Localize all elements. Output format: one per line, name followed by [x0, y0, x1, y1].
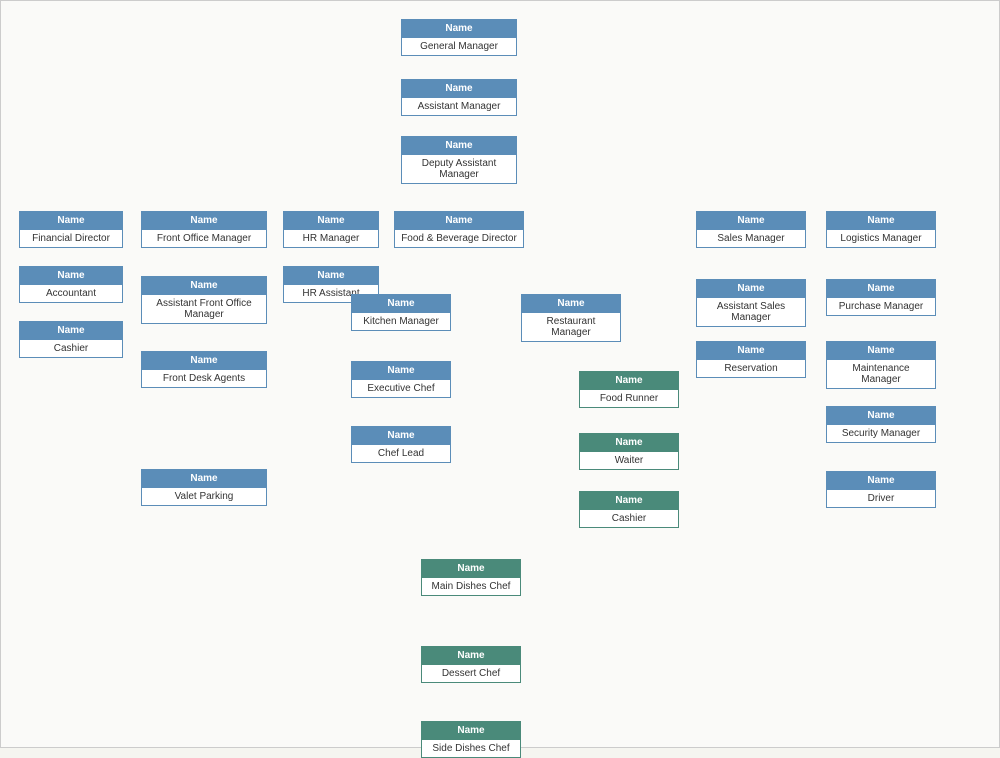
node-header: Name — [827, 407, 935, 424]
node-restaurant-manager: Name Restaurant Manager — [521, 294, 621, 342]
node-header: Name — [352, 295, 450, 312]
node-header: Name — [284, 267, 378, 284]
node-food-runner: Name Food Runner — [579, 371, 679, 408]
node-title: Financial Director — [20, 229, 122, 247]
node-header: Name — [142, 212, 266, 229]
node-main-dishes-chef: Name Main Dishes Chef — [421, 559, 521, 596]
node-sales-manager: Name Sales Manager — [696, 211, 806, 248]
node-side-dishes-chef: Name Side Dishes Chef — [421, 721, 521, 758]
node-asst-front-office: Name Assistant Front Office Manager — [141, 276, 267, 324]
node-title: Restaurant Manager — [522, 312, 620, 341]
node-title: Security Manager — [827, 424, 935, 442]
node-kitchen-manager: Name Kitchen Manager — [351, 294, 451, 331]
node-header: Name — [827, 342, 935, 359]
node-header: Name — [402, 80, 516, 97]
node-cashier-fin: Name Cashier — [19, 321, 123, 358]
node-header: Name — [422, 560, 520, 577]
node-title: HR Manager — [284, 229, 378, 247]
node-title: Assistant Sales Manager — [697, 297, 805, 326]
node-header: Name — [284, 212, 378, 229]
node-title: Waiter — [580, 451, 678, 469]
node-title: Sales Manager — [697, 229, 805, 247]
node-title: Food Runner — [580, 389, 678, 407]
node-dessert-chef: Name Dessert Chef — [421, 646, 521, 683]
node-title: Logistics Manager — [827, 229, 935, 247]
node-header: Name — [142, 277, 266, 294]
node-title: Deputy Assistant Manager — [402, 154, 516, 183]
node-header: Name — [20, 267, 122, 284]
node-title: Dessert Chef — [422, 664, 520, 682]
node-header: Name — [395, 212, 523, 229]
node-title: Main Dishes Chef — [422, 577, 520, 595]
node-accountant: Name Accountant — [19, 266, 123, 303]
node-title: Executive Chef — [352, 379, 450, 397]
node-hr-manager: Name HR Manager — [283, 211, 379, 248]
node-valet-parking: Name Valet Parking — [141, 469, 267, 506]
node-header: Name — [422, 647, 520, 664]
node-header: Name — [142, 352, 266, 369]
node-assistant-manager: Name Assistant Manager — [401, 79, 517, 116]
node-title: General Manager — [402, 37, 516, 55]
node-title: Cashier — [580, 509, 678, 527]
node-header: Name — [402, 20, 516, 37]
node-header: Name — [20, 212, 122, 229]
node-header: Name — [422, 722, 520, 739]
node-deputy-assistant: Name Deputy Assistant Manager — [401, 136, 517, 184]
chart-container: Name General Manager Name Assistant Mana… — [0, 0, 1000, 748]
node-title: Reservation — [697, 359, 805, 377]
node-asst-sales-manager: Name Assistant Sales Manager — [696, 279, 806, 327]
node-title: Valet Parking — [142, 487, 266, 505]
node-header: Name — [522, 295, 620, 312]
node-maintenance-manager: Name Maintenance Manager — [826, 341, 936, 389]
node-front-desk-agents: Name Front Desk Agents — [141, 351, 267, 388]
node-title: Maintenance Manager — [827, 359, 935, 388]
node-logistics-manager: Name Logistics Manager — [826, 211, 936, 248]
node-title: Front Desk Agents — [142, 369, 266, 387]
node-front-office-manager: Name Front Office Manager — [141, 211, 267, 248]
node-header: Name — [580, 434, 678, 451]
node-header: Name — [697, 280, 805, 297]
node-header: Name — [697, 342, 805, 359]
node-header: Name — [580, 372, 678, 389]
node-header: Name — [352, 427, 450, 444]
node-header: Name — [827, 472, 935, 489]
node-header: Name — [142, 470, 266, 487]
node-header: Name — [352, 362, 450, 379]
node-food-beverage-director: Name Food & Beverage Director — [394, 211, 524, 248]
node-header: Name — [402, 137, 516, 154]
node-title: Front Office Manager — [142, 229, 266, 247]
node-title: Side Dishes Chef — [422, 739, 520, 757]
node-title: Chef Lead — [352, 444, 450, 462]
node-cashier-rest: Name Cashier — [579, 491, 679, 528]
node-title: Assistant Manager — [402, 97, 516, 115]
node-title: Cashier — [20, 339, 122, 357]
node-title: Assistant Front Office Manager — [142, 294, 266, 323]
node-security-manager: Name Security Manager — [826, 406, 936, 443]
node-title: Driver — [827, 489, 935, 507]
node-header: Name — [697, 212, 805, 229]
node-chef-lead: Name Chef Lead — [351, 426, 451, 463]
node-waiter: Name Waiter — [579, 433, 679, 470]
node-title: Food & Beverage Director — [395, 229, 523, 247]
node-header: Name — [580, 492, 678, 509]
node-driver: Name Driver — [826, 471, 936, 508]
node-header: Name — [827, 212, 935, 229]
node-header: Name — [827, 280, 935, 297]
node-title: Kitchen Manager — [352, 312, 450, 330]
node-executive-chef: Name Executive Chef — [351, 361, 451, 398]
node-general-manager: Name General Manager — [401, 19, 517, 56]
node-reservation: Name Reservation — [696, 341, 806, 378]
node-financial-director: Name Financial Director — [19, 211, 123, 248]
node-title: Purchase Manager — [827, 297, 935, 315]
node-header: Name — [20, 322, 122, 339]
node-title: Accountant — [20, 284, 122, 302]
node-purchase-manager: Name Purchase Manager — [826, 279, 936, 316]
